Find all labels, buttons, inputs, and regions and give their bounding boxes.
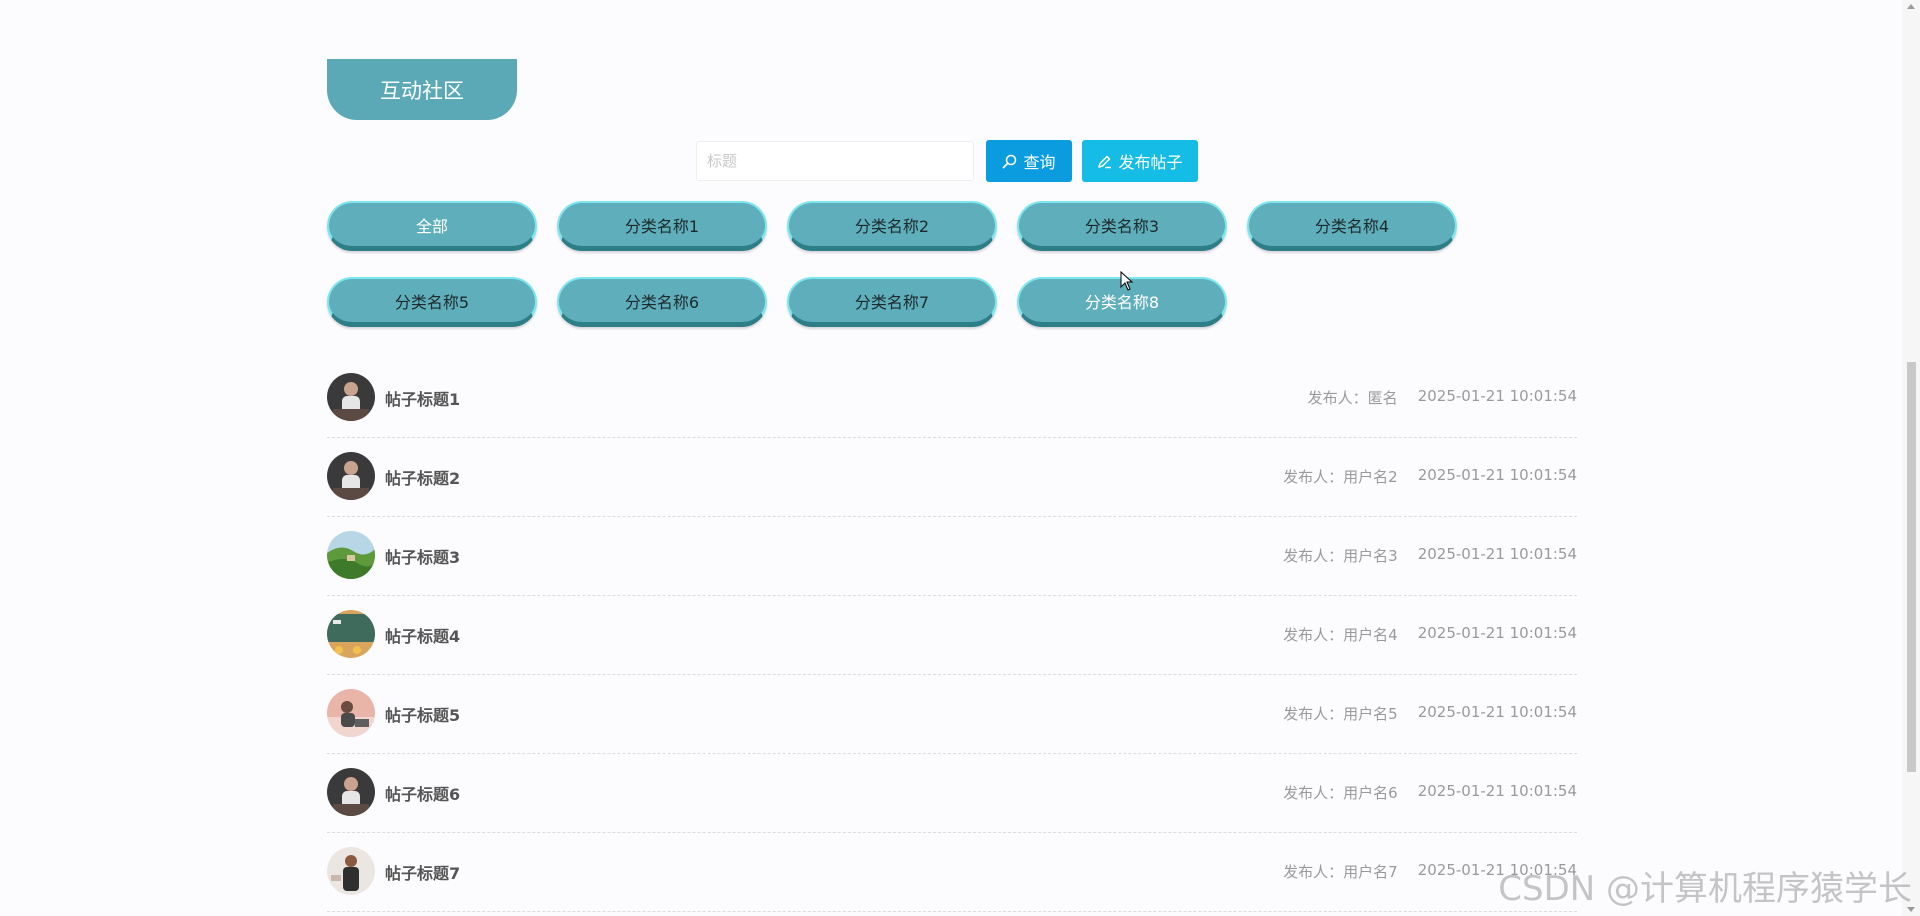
- post-item[interactable]: 帖子标题3 发布人：用户名3 2025-01-21 10:01:54: [327, 517, 1577, 596]
- post-author: 发布人：用户名2: [1283, 468, 1398, 486]
- avatar-classroom-icon: [327, 610, 375, 658]
- post-meta: 发布人：用户名2 2025-01-21 10:01:54: [1283, 466, 1577, 487]
- post-list: 帖子标题1 发布人：匿名 2025-01-21 10:01:54 帖子标题2 发…: [327, 359, 1577, 912]
- post-title[interactable]: 帖子标题1: [385, 386, 460, 410]
- category-all[interactable]: 全部: [327, 201, 537, 251]
- search-bar: 查询 发布帖子: [696, 140, 1198, 182]
- avatar-person-dark-icon: [327, 452, 375, 500]
- category-7[interactable]: 分类名称7: [787, 277, 997, 327]
- post-item[interactable]: 帖子标题5 发布人：用户名5 2025-01-21 10:01:54: [327, 675, 1577, 754]
- category-6[interactable]: 分类名称6: [557, 277, 767, 327]
- edit-icon: [1097, 154, 1112, 169]
- post-title[interactable]: 帖子标题6: [385, 781, 460, 805]
- post-item[interactable]: 帖子标题7 发布人：用户名7 2025-01-21 10:01:54: [327, 833, 1577, 912]
- post-item[interactable]: 帖子标题6 发布人：用户名6 2025-01-21 10:01:54: [327, 754, 1577, 833]
- post-author: 发布人：用户名6: [1283, 784, 1398, 802]
- avatar-person-dark-icon: [327, 373, 375, 421]
- category-5[interactable]: 分类名称5: [327, 277, 537, 327]
- post-author: 发布人：用户名7: [1283, 863, 1398, 881]
- post-title[interactable]: 帖子标题7: [385, 860, 460, 884]
- avatar-landscape-icon: [327, 531, 375, 579]
- section-title: 互动社区: [380, 78, 464, 103]
- post-meta: 发布人：用户名3 2025-01-21 10:01:54: [1283, 545, 1577, 566]
- post-author: 发布人：匿名: [1307, 389, 1398, 407]
- post-item[interactable]: 帖子标题2 发布人：用户名2 2025-01-21 10:01:54: [327, 438, 1577, 517]
- category-label: 全部: [415, 216, 448, 236]
- post-author: 发布人：用户名3: [1283, 547, 1398, 565]
- avatar-person-light-icon: [327, 847, 375, 895]
- post-title[interactable]: 帖子标题3: [385, 544, 460, 568]
- category-label: 分类名称1: [624, 216, 700, 236]
- avatar-person-dark-icon: [327, 768, 375, 816]
- post-meta: 发布人：用户名5 2025-01-21 10:01:54: [1283, 703, 1577, 724]
- post-meta: 发布人：用户名4 2025-01-21 10:01:54: [1283, 624, 1577, 645]
- post-time: 2025-01-21 10:01:54: [1417, 703, 1577, 721]
- section-title-tab: 互动社区: [327, 59, 517, 120]
- post-time: 2025-01-21 10:01:54: [1417, 782, 1577, 800]
- scroll-up-arrow-icon[interactable]: [1907, 4, 1915, 9]
- mouse-cursor-icon: [1120, 270, 1134, 295]
- publish-button-label: 发布帖子: [1118, 153, 1183, 172]
- category-label: 分类名称7: [854, 292, 930, 312]
- category-label: 分类名称3: [1084, 216, 1160, 236]
- category-label: 分类名称5: [394, 292, 470, 312]
- post-item[interactable]: 帖子标题4 发布人：用户名4 2025-01-21 10:01:54: [327, 596, 1577, 675]
- post-time: 2025-01-21 10:01:54: [1417, 624, 1577, 642]
- query-button[interactable]: 查询: [986, 140, 1072, 182]
- post-meta: 发布人：用户名6 2025-01-21 10:01:54: [1283, 782, 1577, 803]
- post-item[interactable]: 帖子标题1 发布人：匿名 2025-01-21 10:01:54: [327, 359, 1577, 438]
- category-2[interactable]: 分类名称2: [787, 201, 997, 251]
- page: 互动社区 查询 发布帖子 全部 分类名称1 分类名称2 分类名称3 分类名称4 …: [0, 0, 1920, 916]
- search-icon: [1002, 154, 1017, 169]
- watermark: CSDN @计算机程序猿学长: [1498, 869, 1912, 909]
- category-label: 分类名称2: [854, 216, 930, 236]
- post-title[interactable]: 帖子标题4: [385, 623, 460, 647]
- post-title[interactable]: 帖子标题5: [385, 702, 460, 726]
- publish-post-button[interactable]: 发布帖子: [1082, 140, 1198, 182]
- post-time: 2025-01-21 10:01:54: [1417, 466, 1577, 484]
- category-label: 分类名称4: [1314, 216, 1390, 236]
- category-1[interactable]: 分类名称1: [557, 201, 767, 251]
- post-title[interactable]: 帖子标题2: [385, 465, 460, 489]
- category-3[interactable]: 分类名称3: [1017, 201, 1227, 251]
- category-label: 分类名称6: [624, 292, 700, 312]
- post-meta: 发布人：匿名 2025-01-21 10:01:54: [1308, 387, 1577, 408]
- post-author: 发布人：用户名5: [1283, 705, 1398, 723]
- post-time: 2025-01-21 10:01:54: [1417, 387, 1577, 405]
- category-4[interactable]: 分类名称4: [1247, 201, 1457, 251]
- avatar-person-pink-icon: [327, 689, 375, 737]
- post-author: 发布人：用户名4: [1283, 626, 1398, 644]
- scrollbar-thumb[interactable]: [1907, 362, 1916, 772]
- query-button-label: 查询: [1023, 153, 1056, 172]
- title-search-input[interactable]: [696, 141, 974, 181]
- post-time: 2025-01-21 10:01:54: [1417, 545, 1577, 563]
- vertical-scrollbar[interactable]: [1902, 0, 1920, 916]
